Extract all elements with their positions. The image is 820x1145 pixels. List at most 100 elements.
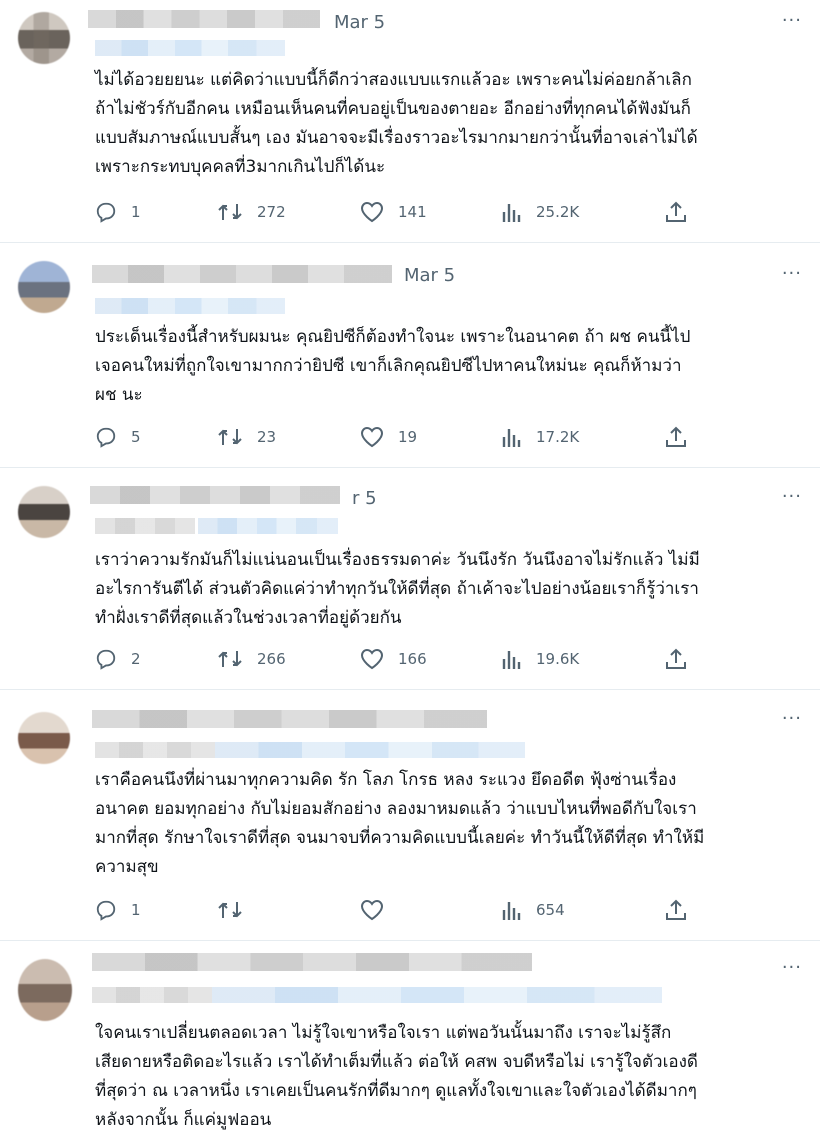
share-icon [666,648,686,669]
tweet[interactable]: ··· ใจคนเราเปลี่ยนตลอดเวลา ไม่รู้ใจเขาหร… [0,941,820,1145]
tweet-text-line: แบบสัมภาษณ์แบบสั้นๆ เอง มันอาจจะมีเรื่อง… [95,128,698,148]
share-button[interactable] [665,648,687,670]
reply-count: 2 [131,650,141,668]
tweet-text: เราคือคนนึงที่ผ่านมาทุกความคิด รัก โลภ โ… [95,766,795,882]
tweet-text-line: มากที่สุด รักษาใจเราดีที่สุด จนมาจบที่คว… [95,828,705,848]
like-button[interactable]: 141 [360,201,427,223]
reply-icon [96,649,116,670]
tweet-text-line: เราคือคนนึงที่ผ่านมาทุกความคิด รัก โลภ โ… [95,770,677,790]
reply-button[interactable]: 2 [95,648,141,670]
views-button[interactable]: 19.6K [502,648,579,670]
tweet-text-line: ไม่ได้อวยยยนะ แต่คิดว่าแบบนี้ก็ดีกว่าสอง… [95,70,692,90]
views-count: 19.6K [536,650,580,668]
tweet-text-line: อะไรการันตีได้ ส่วนตัวคิดแค่ว่าทำทุกวันใ… [95,579,699,599]
like-button[interactable]: 19 [360,426,417,448]
blurred-handle [95,40,285,56]
like-count: 166 [398,650,427,668]
reply-button[interactable]: 5 [95,426,141,448]
avatar[interactable] [18,959,72,1021]
tweet-actions: 2 266 166 19.6K [95,648,795,672]
tweet-text-line: เราว่าความรักมันก็ไม่แน่นอนเป็นเรื่องธรร… [95,550,700,570]
tweet[interactable]: Mar 5 ··· ไม่ได้อวยยยนะ แต่คิดว่าแบบนี้ก… [0,0,820,240]
reply-count: 1 [131,203,141,221]
like-count: 19 [398,428,418,446]
share-icon [666,899,686,920]
more-icon[interactable]: ··· [782,486,802,507]
reply-icon [96,202,116,223]
tweet-text-line: ประเด็นเรื่องนี้สำหรับผมนะ คุณยิปซีก็ต้อ… [95,327,691,347]
tweet-text-line: อนาคต ยอมทุกอย่าง กับไม่ยอมสักอย่าง ลองม… [95,799,697,819]
tweet-text: เราว่าความรักมันก็ไม่แน่นอนเป็นเรื่องธรร… [95,546,795,633]
retweet-button[interactable]: 23 [217,426,276,448]
tweet[interactable]: Mar 5 ··· ประเด็นเรื่องนี้สำหรับผมนะ คุณ… [0,243,820,463]
blurred-handle [95,518,195,534]
tweet-date[interactable]: Mar 5 [404,265,455,286]
retweet-button[interactable] [217,899,243,921]
tweet-text: ไม่ได้อวยยยนะ แต่คิดว่าแบบนี้ก็ดีกว่าสอง… [95,66,795,182]
heart-icon [360,899,384,921]
views-count: 25.2K [536,203,580,221]
blurred-display-name [92,265,392,283]
share-icon [666,201,686,222]
blurred-handle [95,298,285,314]
more-icon[interactable]: ··· [782,10,802,31]
share-button[interactable] [665,426,687,448]
tweet-actions: 5 23 19 17.2K [95,426,795,450]
tweet[interactable]: ··· เราคือคนนึงที่ผ่านมาทุกความคิด รัก โ… [0,690,820,938]
reply-icon [96,900,116,921]
views-icon [502,902,521,920]
blurred-handle [215,742,525,758]
avatar[interactable] [18,12,70,64]
more-icon[interactable]: ··· [782,957,802,978]
tweet-date[interactable]: r 5 [352,488,377,509]
views-button[interactable]: 25.2K [502,201,579,223]
tweet-actions: 1 654 [95,899,795,923]
tweet-text-line: ที่สุดว่า ณ เวลาหนึ่ง เราเคยเป็นคนรักที่… [95,1081,697,1101]
tweet-actions: 1 272 141 25.2K [95,201,795,225]
heart-icon [360,648,384,670]
views-button[interactable]: 17.2K [502,426,579,448]
retweet-button[interactable]: 266 [217,648,286,670]
retweet-icon [218,429,242,445]
retweet-button[interactable]: 272 [217,201,286,223]
tweet-text-line: ถ้าไม่ชัวร์กับอีกคน เหมือนเห็นคนที่คบอยู… [95,99,691,119]
tweet-text-line: ทำฝั่งเราดีที่สุดแล้วในช่วงเวลาที่อยู่ด้… [95,608,402,628]
views-count: 654 [536,901,565,919]
retweet-icon [218,204,242,220]
tweet-date[interactable]: Mar 5 [334,12,385,33]
tweet-text-line: หลังจากนั้น ก็แค่มูฟออน [95,1110,272,1130]
more-icon[interactable]: ··· [782,708,802,729]
share-button[interactable] [665,899,687,921]
tweet-text: ประเด็นเรื่องนี้สำหรับผมนะ คุณยิปซีก็ต้อ… [95,323,795,410]
blurred-handle [212,987,662,1003]
blurred-display-name [90,486,340,504]
blurred-display-name [92,953,532,971]
tweet-text-line: ความสุข [95,857,159,877]
heart-icon [360,426,384,448]
like-button[interactable] [360,899,384,921]
tweet[interactable]: r 5 ··· เราว่าความรักมันก็ไม่แน่นอนเป็นเ… [0,468,820,688]
retweet-icon [218,902,242,918]
views-count: 17.2K [536,428,580,446]
blurred-handle [198,518,338,534]
avatar[interactable] [18,261,70,313]
reply-icon [96,427,116,448]
tweet-text-line: เพราะกระทบบุคคลที่3มากเกินไปก็ได้นะ [95,157,386,177]
reply-button[interactable]: 1 [95,899,141,921]
retweet-count: 272 [257,203,286,221]
blurred-display-name [88,10,320,28]
retweet-count: 23 [257,428,277,446]
share-button[interactable] [665,201,687,223]
reply-button[interactable]: 1 [95,201,141,223]
retweet-icon [218,651,242,667]
more-icon[interactable]: ··· [782,263,802,284]
tweet-text-line: เจอคนใหม่ที่ถูกใจเขามากกว่ายิปซี เขาก็เล… [95,356,682,376]
avatar[interactable] [18,486,70,538]
views-button[interactable]: 654 [502,899,565,921]
avatar[interactable] [18,712,70,764]
blurred-handle [95,742,215,758]
like-button[interactable]: 166 [360,648,427,670]
reply-count: 5 [131,428,141,446]
views-icon [502,651,521,669]
tweet-text-line: ผช นะ [95,385,143,405]
